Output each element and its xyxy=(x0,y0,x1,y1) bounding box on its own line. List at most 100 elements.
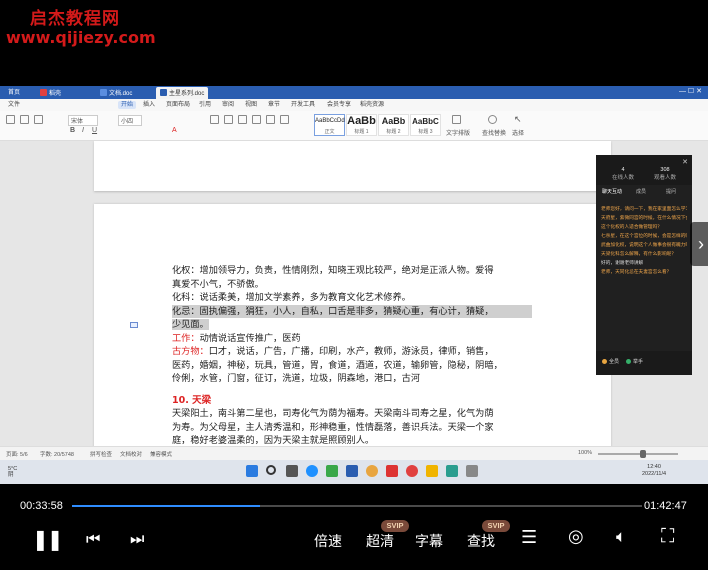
app-icon[interactable] xyxy=(326,465,338,477)
menu-home[interactable]: 开始 xyxy=(118,101,137,109)
close-icon[interactable]: ✕ xyxy=(682,158,688,166)
menu-member[interactable]: 会员专享 xyxy=(327,101,351,109)
number-list-icon[interactable] xyxy=(224,115,233,124)
progress-fill xyxy=(72,505,261,507)
doc-line: 医药，婚姻，神秘，玩具，管道，胃，食道，酒道，农道，输卵管，隐秘，阴暗， xyxy=(172,359,503,371)
window-controls[interactable]: — ☐ ✕ xyxy=(679,87,702,95)
doc-line: 庭，稳好老婆温柔的，因为天梁主就是照顾别人。 xyxy=(172,435,375,446)
doc-line-ancient: 古方物：口才，说话，广告，广播，印刷，水产，教师，游泳员，律师，销售， xyxy=(172,346,494,357)
cursor-icon[interactable]: ↖ xyxy=(514,114,522,125)
select-label[interactable]: 选择 xyxy=(512,128,524,137)
progress-bar[interactable] xyxy=(72,505,642,507)
word-count[interactable]: 字数: 20/5748 xyxy=(40,450,74,458)
comment-icon[interactable] xyxy=(130,322,138,328)
speed-button[interactable]: 倍速 xyxy=(314,531,342,551)
zoom-slider[interactable] xyxy=(598,453,678,455)
menu-file[interactable]: 文件 xyxy=(8,101,20,109)
cut-icon[interactable] xyxy=(20,115,29,124)
chat-message: 这个化权的人适合做管理吗？ xyxy=(601,224,662,229)
italic-button[interactable]: I xyxy=(82,127,84,134)
pause-icon[interactable]: ❚❚ xyxy=(32,527,63,551)
tab-home[interactable]: 首页 xyxy=(4,87,24,99)
subtitle-button[interactable]: 字幕 xyxy=(415,531,443,551)
search-icon[interactable] xyxy=(266,465,276,475)
zoom-slider-handle[interactable] xyxy=(640,450,646,458)
clock[interactable]: 12:40 2022/11/4 xyxy=(642,464,666,478)
copy-icon[interactable] xyxy=(34,115,43,124)
menu-insert[interactable]: 插入 xyxy=(143,101,155,109)
text-layout-icon[interactable] xyxy=(452,115,461,124)
bold-button[interactable]: B xyxy=(70,127,75,134)
app-icon[interactable] xyxy=(366,465,378,477)
app-icon[interactable] xyxy=(346,465,358,477)
previous-icon[interactable]: ⏮ xyxy=(86,529,100,549)
underline-button[interactable]: U xyxy=(92,127,97,134)
tab-doc[interactable]: 文档.doc xyxy=(96,87,136,99)
doc-line: 化权：增加领导力，负责，性情刚烈，知晓王观比较严，绝对是正派人物。爱得 xyxy=(172,265,494,276)
sort-icon[interactable] xyxy=(266,115,275,124)
doc-line-highlighted: 化忌：固执偏强，狷狂，小人，自私，口舌是非多，猜疑心重，有心计，猜疑， xyxy=(172,304,532,318)
all-members-toggle[interactable]: 全员 xyxy=(602,358,619,365)
current-time: 00:33:58 xyxy=(20,500,63,512)
quality-button[interactable]: 超清 xyxy=(366,531,394,551)
font-color-button[interactable]: A xyxy=(172,127,177,134)
next-video-arrow-icon[interactable]: › xyxy=(690,222,708,266)
menu-view[interactable]: 视图 xyxy=(245,101,257,109)
menu-layout[interactable]: 页面布局 xyxy=(166,101,190,109)
tab-docer[interactable]: 稻壳 xyxy=(36,87,65,99)
menu-chapter[interactable]: 章节 xyxy=(268,101,280,109)
online-count: 4 在线人数 xyxy=(611,167,634,181)
windows-taskbar: 5°C 阴 12:40 2022/11/4 xyxy=(0,460,708,484)
style-heading1[interactable]: AaBb 标题 1 xyxy=(346,114,377,136)
align-icon[interactable] xyxy=(252,115,261,124)
style-heading3[interactable]: AaBbC 标题 3 xyxy=(410,114,441,136)
volume-icon[interactable]: 🔈︎ xyxy=(616,527,626,547)
bullet-list-icon[interactable] xyxy=(210,115,219,124)
menu-reference[interactable]: 引用 xyxy=(199,101,211,109)
app-icon[interactable] xyxy=(466,465,478,477)
settings-icon[interactable]: ◎ xyxy=(568,526,584,547)
document-icon xyxy=(160,89,167,96)
video-player: 启杰教程网 www.qijiezy.com 首页 稻壳 文档.doc 主星系列.… xyxy=(0,0,708,570)
app-icon[interactable] xyxy=(406,465,418,477)
find-replace-label[interactable]: 查找替换 xyxy=(482,128,506,137)
font-size-select[interactable]: 小四 xyxy=(118,115,143,126)
doc-check[interactable]: 文档校对 xyxy=(120,450,142,458)
spell-check[interactable]: 拼写检查 xyxy=(90,450,112,458)
search-button[interactable]: 查找 xyxy=(467,531,495,551)
folder-icon[interactable] xyxy=(426,465,438,477)
zoom-level[interactable]: 100% xyxy=(578,450,592,456)
chat-message: 老师您好，请问一下，我在家里面怎么学习好？ xyxy=(601,206,687,211)
tab-active-doc[interactable]: 主星系列.doc xyxy=(156,87,209,99)
app-icon[interactable] xyxy=(446,465,458,477)
chat-message: 好的，谢谢老师讲解 xyxy=(601,260,644,265)
status-bar: 页面: 5/6 字数: 20/5748 拼写检查 文档校对 兼容模式 100% xyxy=(0,446,708,460)
tab-members[interactable]: 成员 xyxy=(636,188,646,195)
fullscreen-icon[interactable]: ⛶ xyxy=(661,525,674,547)
start-icon[interactable] xyxy=(246,465,258,477)
wps-icon[interactable] xyxy=(386,465,398,477)
font-name-select[interactable]: 宋体 xyxy=(68,115,99,126)
tab-chat[interactable]: 聊天互动 xyxy=(602,188,622,195)
section-heading: 10. 天梁 xyxy=(172,394,212,406)
style-normal[interactable]: AaBbCcDd 正文 xyxy=(314,114,345,136)
document-page[interactable]: 化权：增加领导力，负责，性情刚烈，知晓王观比较严，绝对是正派人物。爱得 真爱不小… xyxy=(94,204,611,446)
paragraph-icon[interactable] xyxy=(280,115,289,124)
style-heading2[interactable]: AaBb 标题 2 xyxy=(378,114,409,136)
document-text[interactable]: 化权：增加领导力，负责，性情刚烈，知晓王观比较严，绝对是正派人物。爱得 真爱不小… xyxy=(172,264,532,446)
indent-icon[interactable] xyxy=(238,115,247,124)
playlist-icon[interactable]: ☰ xyxy=(521,527,537,548)
page-indicator[interactable]: 页面: 5/6 xyxy=(6,450,28,458)
next-icon[interactable]: ⏭ xyxy=(130,529,144,549)
task-view-icon[interactable] xyxy=(286,465,298,477)
menu-resources[interactable]: 稻壳资源 xyxy=(360,101,384,109)
menu-review[interactable]: 审阅 xyxy=(222,101,234,109)
raise-hand-toggle[interactable]: 举手 xyxy=(626,358,643,365)
tab-questions[interactable]: 提问 xyxy=(666,188,676,195)
menu-devtools[interactable]: 开发工具 xyxy=(291,101,315,109)
weather-widget[interactable]: 5°C 阴 xyxy=(8,466,17,478)
edge-icon[interactable] xyxy=(306,465,318,477)
search-icon[interactable] xyxy=(488,115,497,124)
paste-icon[interactable] xyxy=(6,115,15,124)
text-layout-label[interactable]: 文字排版 xyxy=(446,128,470,137)
